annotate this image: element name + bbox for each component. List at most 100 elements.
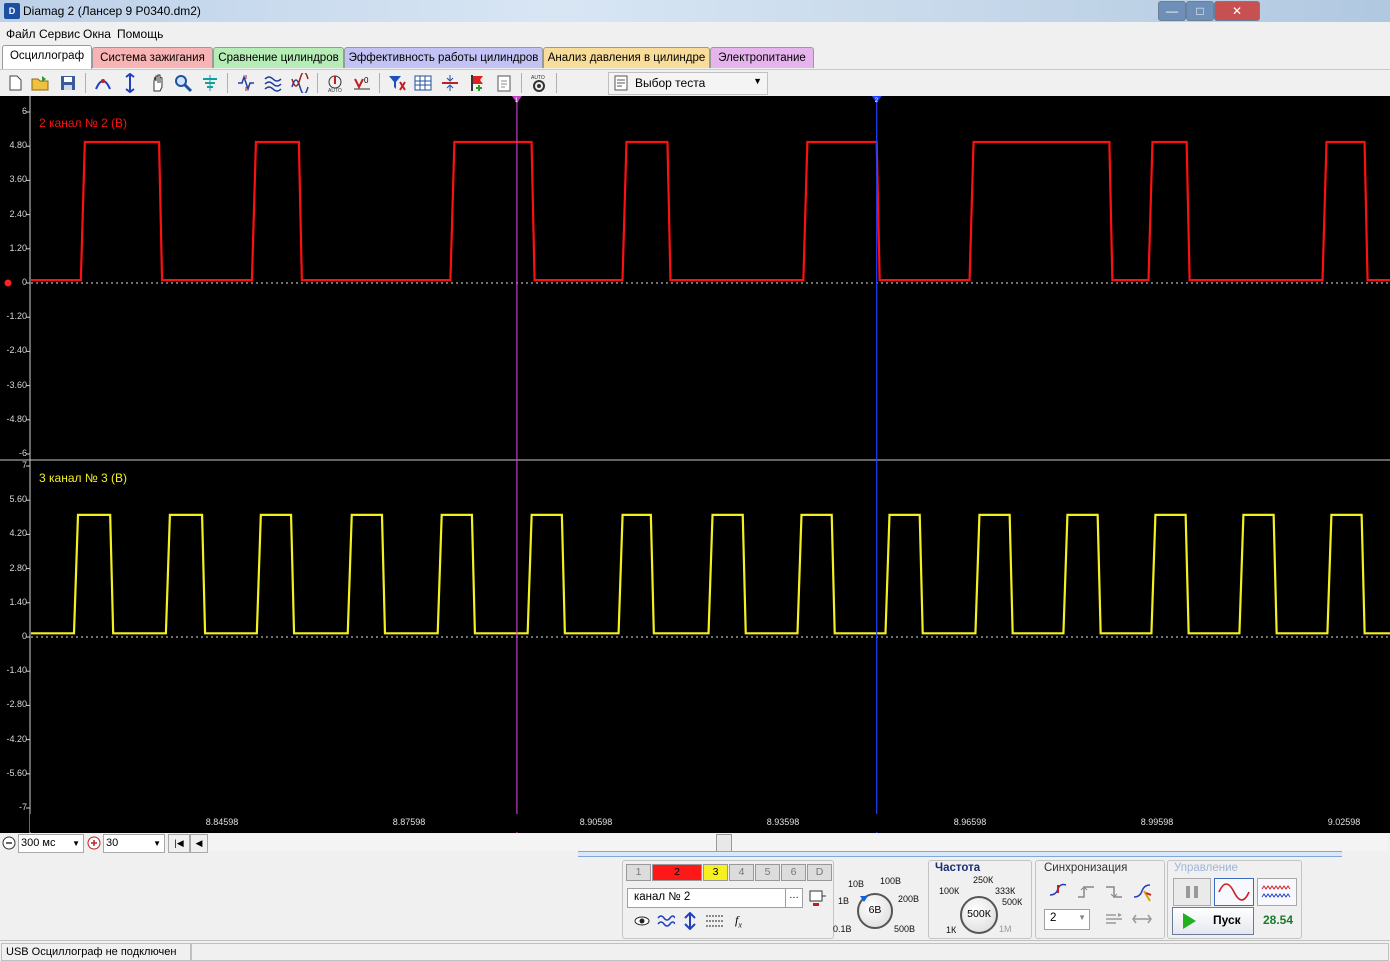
y-tick-label: -1.40	[6, 665, 27, 676]
maximize-button[interactable]: □	[1186, 1, 1214, 21]
waveform-canvas[interactable]: 12	[0, 96, 1390, 833]
freq-label-1m: 1М	[999, 924, 1012, 934]
zoom-icon[interactable]	[173, 73, 193, 93]
line-style-icon[interactable]	[705, 912, 725, 930]
multi-wave-icon[interactable]	[263, 73, 283, 93]
oscilloscope-view[interactable]: 12 2 канал № 2 (В) 3 канал № 3 (В) 6 4.80…	[0, 96, 1390, 833]
edge-up-icon[interactable]	[1076, 881, 1096, 901]
auto-settings-icon[interactable]: AUTO	[529, 73, 549, 93]
y-tick-label: 7	[21, 460, 27, 470]
sync-channel-select[interactable]: 2 ▼	[1044, 909, 1090, 930]
x-tick-label: 8.96598	[953, 817, 987, 827]
menu-windows[interactable]: Окна	[83, 27, 111, 41]
channel-button-d[interactable]: D	[807, 864, 832, 881]
y-tick-label: -7	[18, 802, 27, 812]
channel-button-4[interactable]: 4	[729, 864, 754, 881]
y-tick-label: -4.80	[6, 413, 27, 424]
test-select[interactable]: Выбор теста ▼	[608, 72, 768, 95]
save-icon[interactable]	[58, 73, 78, 93]
x-tick-label: 8.99598	[1140, 817, 1174, 827]
menu-bar: Файл Сервис Окна Помощь	[0, 24, 1390, 44]
open-folder-icon[interactable]	[30, 73, 50, 93]
filter-icon[interactable]	[387, 73, 407, 93]
y-tick-label: 2.40	[9, 208, 27, 219]
tab-power-supply[interactable]: Электропитание	[710, 47, 814, 68]
divider-icon[interactable]	[440, 73, 460, 93]
more-button[interactable]: …	[785, 889, 802, 907]
channel-button-5[interactable]: 5	[755, 864, 780, 881]
svg-text:AUTO: AUTO	[328, 88, 342, 93]
auto-scale-icon[interactable]	[200, 73, 220, 93]
frequency-title: Частота	[935, 862, 981, 874]
knob-pointer-icon	[860, 896, 868, 902]
notes-icon[interactable]	[494, 73, 514, 93]
y-tick-label: 2.80	[9, 562, 27, 573]
scroll-left-button[interactable]: ◀	[190, 834, 208, 853]
channel-button-6[interactable]: 6	[781, 864, 806, 881]
zero-offset-icon[interactable]: 0	[352, 73, 372, 93]
menu-file[interactable]: Файл	[6, 27, 36, 41]
grid-icon[interactable]	[413, 73, 433, 93]
probe-settings-icon[interactable]	[807, 888, 827, 908]
time-scrollbar[interactable]	[208, 834, 1388, 853]
single-mode-button[interactable]	[1214, 878, 1254, 906]
cursor-arch-icon[interactable]	[93, 73, 113, 93]
tab-pressure-analysis[interactable]: Анализ давления в цилиндре	[543, 47, 710, 68]
auto-sync-icon[interactable]	[1132, 881, 1154, 903]
filter-wave-icon[interactable]	[657, 912, 675, 930]
invert-icon[interactable]	[681, 912, 699, 930]
y-tick-label: -3.60	[6, 379, 27, 390]
y-tick-label: -4.20	[6, 733, 27, 744]
channel-button-3[interactable]: 3	[703, 864, 728, 881]
sync-position-icon[interactable]	[1132, 909, 1152, 929]
freq-label-1k: 1К	[946, 925, 957, 935]
rising-edge-icon[interactable]	[1048, 881, 1068, 901]
go-start-button[interactable]: |◀	[168, 834, 190, 853]
pause-button[interactable]	[1173, 878, 1211, 906]
close-button[interactable]: ✕	[1214, 1, 1260, 21]
overlay-wave-icon[interactable]	[290, 73, 310, 93]
y-tick-label: -2.40	[6, 345, 27, 356]
hand-icon[interactable]	[148, 73, 168, 93]
fit-signal-icon[interactable]	[236, 73, 256, 93]
y-tick-label: -6	[18, 448, 27, 458]
x-tick-label: 8.93598	[766, 817, 800, 827]
voltage-knob-panel: 10В 100В 1В 200В 0.1В 500В 6В	[833, 868, 924, 937]
channel-button-2[interactable]: 2	[652, 864, 702, 881]
x-tick-label: 9.02598	[1327, 817, 1361, 827]
menu-service[interactable]: Сервис	[39, 27, 80, 41]
frequency-knob[interactable]: 500К	[960, 896, 998, 934]
volt-label-200v: 200В	[898, 894, 920, 904]
continuous-mode-button[interactable]	[1257, 878, 1297, 906]
zoom-select[interactable]: 30 ▼	[103, 834, 165, 853]
timebase-select[interactable]: 300 мс ▼	[18, 834, 84, 853]
vertical-cursor-icon[interactable]	[120, 73, 140, 93]
marker-flag-icon[interactable]	[467, 73, 487, 93]
auto-trigger-icon[interactable]: AUTO	[325, 73, 345, 93]
start-button[interactable]: Пуск	[1172, 907, 1254, 935]
minimize-button[interactable]: —	[1158, 1, 1186, 21]
channel-button-1[interactable]: 1	[626, 864, 651, 881]
freq-label-333k: 333К	[995, 886, 1016, 896]
function-icon[interactable]: fx	[735, 913, 742, 929]
zoom-in-icon[interactable]	[87, 836, 101, 850]
volt-label-01v: 0.1В	[833, 924, 852, 934]
sync-panel: Синхронизация 2 ▼	[1035, 860, 1165, 939]
zoom-out-icon[interactable]	[2, 836, 16, 850]
sync-channel-value: 2	[1050, 912, 1057, 924]
edge-down-icon[interactable]	[1104, 881, 1124, 901]
tab-cylinder-compare[interactable]: Сравнение цилиндров	[213, 47, 344, 68]
y-tick-label: 4.80	[9, 140, 27, 151]
eye-icon[interactable]	[633, 912, 651, 930]
channel-name-field[interactable]: канал № 2 …	[627, 888, 803, 908]
menu-help[interactable]: Помощь	[117, 27, 163, 41]
sync-level-icon[interactable]	[1104, 909, 1124, 929]
channel-3-label: 3 канал № 3 (В)	[39, 471, 128, 485]
window-title: Diamag 2 (Лансер 9 P0340.dm2)	[23, 4, 201, 18]
tab-cylinder-efficiency[interactable]: Эффективность работы цилиндров	[344, 47, 543, 68]
panel-splitter[interactable]	[578, 851, 1342, 857]
tab-oscilloscope[interactable]: Осциллограф	[2, 45, 92, 69]
new-file-icon[interactable]	[5, 73, 25, 93]
voltage-knob-value: 6В	[868, 904, 882, 916]
tab-ignition[interactable]: Система зажигания	[92, 47, 213, 68]
